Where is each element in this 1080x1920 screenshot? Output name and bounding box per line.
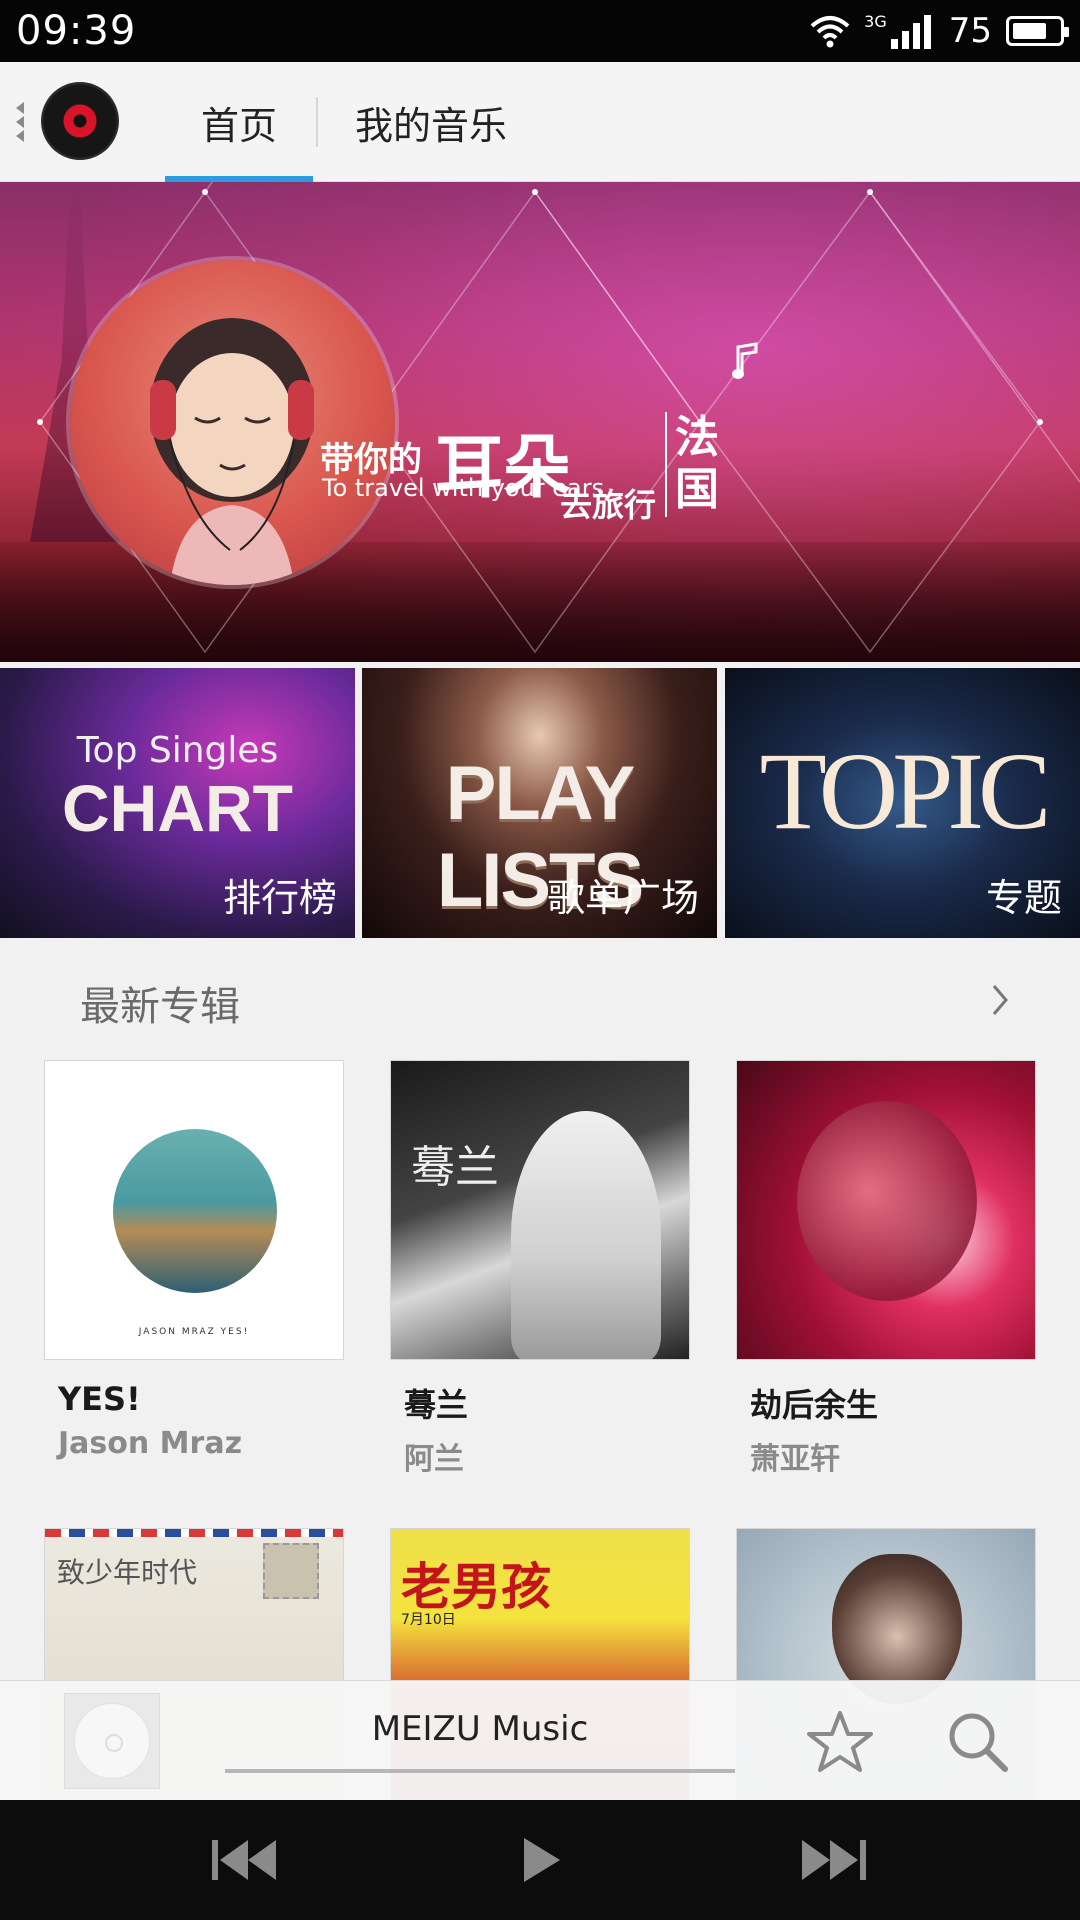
- network-type: 3G: [864, 11, 887, 31]
- album-card[interactable]: 劫后余生 萧亚轩: [736, 1060, 1036, 1478]
- album-cover-text: JASON MRAZ YES!: [138, 1327, 250, 1337]
- tile-chart-title: CHART: [62, 771, 293, 845]
- album-cover[interactable]: 蓦兰: [390, 1060, 690, 1360]
- album-cover[interactable]: JASON MRAZ YES!: [44, 1060, 344, 1360]
- album-cover-text: 蓦兰: [411, 1142, 499, 1193]
- progress-bar[interactable]: [225, 1769, 735, 1773]
- album-title: 蓦兰: [404, 1386, 469, 1424]
- tile-playlists[interactable]: PLAY LISTS 歌单广场: [362, 668, 717, 938]
- battery-icon: [1006, 16, 1069, 46]
- category-tiles: Top Singles CHART 排行榜 PLAY LISTS 歌单广场 TO…: [0, 668, 1080, 938]
- search-icon[interactable]: [945, 1709, 1011, 1775]
- promo-banner[interactable]: 带你的 耳朵 To travel with your ears 去旅行 法国: [0, 182, 1080, 662]
- banner-headline-suffix: 去旅行: [560, 486, 657, 524]
- now-playing-title[interactable]: MEIZU Music: [225, 1709, 735, 1749]
- music-note-icon: [732, 342, 758, 379]
- album-artist: 阿兰: [404, 1442, 464, 1477]
- app-header: 首页 我的音乐: [0, 62, 1080, 182]
- tile-playlists-label: 歌单广场: [546, 876, 699, 920]
- play-icon[interactable]: [520, 1830, 564, 1890]
- status-right: 3G 75: [810, 10, 1069, 52]
- stamp-icon: [263, 1543, 319, 1599]
- tile-chart-label: 排行榜: [222, 876, 337, 920]
- album-cover-art: [797, 1101, 977, 1301]
- wifi-icon: [810, 16, 850, 48]
- next-icon[interactable]: [800, 1830, 868, 1890]
- app-logo-icon[interactable]: [41, 82, 119, 160]
- mini-player[interactable]: MEIZU Music: [0, 1680, 1080, 1800]
- tab-home[interactable]: 首页: [165, 62, 313, 182]
- album-cover-text: 致少年时代: [57, 1556, 198, 1589]
- album-cover-art: [511, 1111, 661, 1359]
- status-time: 09:39: [16, 8, 137, 54]
- tab-divider: [316, 97, 318, 147]
- album-cover-art: [113, 1129, 277, 1293]
- album-artist: Jason Mraz: [58, 1426, 243, 1461]
- banner-divider: [665, 412, 667, 517]
- tile-topic-title: TOPIC: [759, 730, 1052, 852]
- tab-my-music[interactable]: 我的音乐: [355, 62, 507, 182]
- album-card[interactable]: 蓦兰 蓦兰 阿兰: [390, 1060, 690, 1478]
- album-cover-subtext: 7月10日: [401, 1612, 456, 1628]
- banner-destination: 法国: [675, 412, 719, 515]
- girl-with-headphones-illustration: [150, 318, 314, 585]
- album-cover[interactable]: [736, 1060, 1036, 1360]
- album-artist: 萧亚轩: [750, 1442, 840, 1477]
- album-card[interactable]: JASON MRAZ YES! YES! Jason Mraz: [44, 1060, 344, 1461]
- tile-topic[interactable]: TOPIC 专题: [725, 668, 1080, 938]
- album-title: 劫后余生: [750, 1386, 879, 1424]
- disc-icon: [74, 1703, 150, 1779]
- status-bar: 09:39 3G 75: [0, 0, 1080, 62]
- playback-controls: [0, 1800, 1080, 1920]
- now-playing-art[interactable]: [64, 1693, 160, 1789]
- battery-percent: 75: [948, 11, 992, 51]
- drawer-handle-icon[interactable]: [14, 100, 26, 144]
- tile-chart-subtitle: Top Singles: [76, 730, 279, 771]
- tile-chart[interactable]: Top Singles CHART 排行榜: [0, 668, 355, 938]
- chevron-right-icon[interactable]: [990, 982, 1010, 1018]
- section-title: 最新专辑: [80, 984, 240, 1030]
- tile-topic-label: 专题: [985, 876, 1062, 920]
- airmail-stripe: [45, 1529, 343, 1537]
- previous-icon[interactable]: [210, 1830, 278, 1890]
- latest-albums-header[interactable]: 最新专辑: [0, 960, 1080, 1040]
- album-title: YES!: [58, 1380, 141, 1418]
- banner-illustration: [70, 260, 395, 585]
- signal-icon: [890, 15, 931, 49]
- star-icon[interactable]: [805, 1709, 875, 1775]
- battery-fill: [1013, 23, 1046, 39]
